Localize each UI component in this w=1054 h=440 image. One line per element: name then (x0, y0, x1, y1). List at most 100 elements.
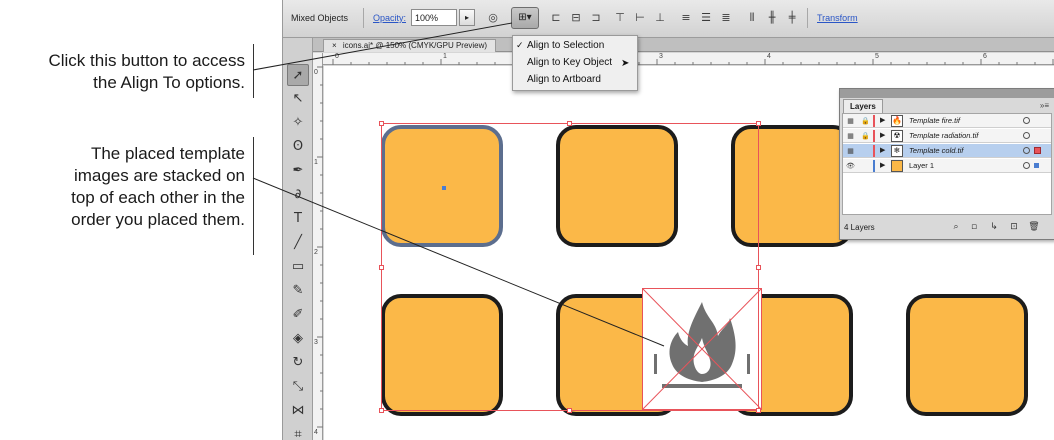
callout-bar (253, 44, 254, 98)
lock-icon[interactable]: 🔒 (861, 116, 870, 126)
opacity-dropdown-button[interactable]: ▸ (459, 9, 475, 26)
distribute-left-icon[interactable]: ⫴ (745, 11, 759, 25)
rotate-tool-icon[interactable]: ↻ (287, 352, 309, 374)
layer-row[interactable]: ▦ ▶ ❄ Template cold.tif (843, 144, 1051, 158)
layer-row[interactable]: 👁 ▶ Layer 1 (843, 159, 1051, 173)
lasso-tool-icon[interactable]: ʘ (287, 136, 309, 158)
locate-object-icon[interactable]: ⌕ (950, 221, 962, 233)
expand-arrow-icon[interactable]: ▶ (880, 131, 885, 139)
menu-item-align-to-artboard[interactable]: Align to Artboard (513, 72, 637, 88)
template-visibility-icon[interactable]: ▦ (845, 131, 856, 141)
transform-link[interactable]: Transform (817, 13, 858, 23)
selection-handle[interactable] (379, 408, 384, 413)
distribute-bottom-icon[interactable]: ≣ (719, 11, 733, 25)
menu-item-label: Align to Selection (527, 40, 605, 51)
selection-bounding-box[interactable] (381, 123, 759, 411)
layers-panel-footer: 4 Layers ⌕ ▫ ↳ ⊡ 🗑 (842, 219, 1052, 237)
layer-count: 4 Layers (844, 223, 875, 232)
layer-target-icon[interactable] (1023, 132, 1030, 139)
document-tab[interactable]: × icons.ai* @ 150% (CMYK/GPU Preview) (323, 39, 497, 52)
selection-handle[interactable] (756, 408, 761, 413)
layer-target-icon[interactable] (1023, 147, 1030, 154)
menu-item-align-to-selection[interactable]: ✓ Align to Selection (513, 38, 637, 54)
ruler-number: 0 (314, 69, 318, 76)
align-vertical-center-icon[interactable]: ⊢ (633, 11, 647, 25)
layer-name[interactable]: Template radiation.tif (909, 131, 978, 140)
distribute-horizontal-center-icon[interactable]: ╫ (765, 11, 779, 25)
lock-icon[interactable]: 🔒 (861, 131, 870, 141)
new-layer-icon[interactable]: ⊡ (1008, 221, 1020, 233)
layer-target-icon[interactable] (1023, 162, 1030, 169)
align-to-button[interactable]: ⊞▾ (511, 7, 539, 29)
panel-title-bar[interactable] (840, 89, 1054, 98)
checkmark-icon: ✓ (516, 41, 524, 51)
align-top-icon[interactable]: ⊤ (613, 11, 627, 25)
menu-item-align-to-key-object[interactable]: Align to Key Object ➤ (513, 55, 637, 71)
layer-name[interactable]: Template cold.tif (909, 146, 963, 155)
align-horizontal-center-icon[interactable]: ⊟ (569, 11, 583, 25)
recolor-icon[interactable]: ◎ (486, 11, 500, 25)
close-icon[interactable]: × (332, 41, 337, 50)
selection-handle[interactable] (567, 121, 572, 126)
line-tool-icon[interactable]: ╱ (287, 232, 309, 254)
expand-arrow-icon[interactable]: ▶ (880, 116, 885, 124)
distribute-vertical-center-icon[interactable]: ☰ (699, 11, 713, 25)
expand-arrow-icon[interactable]: ▶ (880, 161, 885, 169)
paintbrush-tool-icon[interactable]: ✎ (287, 280, 309, 302)
magic-wand-tool-icon[interactable]: ✧ (287, 112, 309, 134)
tools-panel: ➚ ↖ ✧ ʘ ✒ ∂ T ╱ ▭ ✎ ✐ ◈ ↻ ⤡ ⋈ ⌗ (283, 38, 313, 440)
align-left-icon[interactable]: ⊏ (549, 11, 563, 25)
template-visibility-icon[interactable]: ▦ (845, 116, 856, 126)
control-bar: Mixed Objects Opacity: 100% ▸ ◎ ⊞▾ ⊏ ⊟ ⊐… (283, 0, 1054, 38)
vertical-ruler[interactable]: 0 1 2 3 4 (313, 53, 323, 440)
layers-tab[interactable]: Layers (843, 99, 883, 113)
clipping-mask-icon[interactable]: ▫ (968, 221, 980, 233)
layer-name[interactable]: Layer 1 (909, 161, 934, 170)
callout-line: top of each other in the (71, 188, 245, 207)
selection-tool-icon[interactable]: ➚ (287, 64, 309, 86)
direct-selection-tool-icon[interactable]: ↖ (287, 88, 309, 110)
icon-tile[interactable] (906, 294, 1028, 416)
align-bottom-icon[interactable]: ⊥ (653, 11, 667, 25)
callout-align-to: Click this button to access the Align To… (0, 50, 245, 94)
eye-icon[interactable]: 👁 (845, 161, 856, 171)
layer-name[interactable]: Template fire.tif (909, 116, 960, 125)
layer-thumbnail (891, 160, 903, 172)
ruler-number: 3 (314, 339, 318, 346)
layer-color-swatch (873, 145, 875, 157)
layer-color-swatch (873, 130, 875, 142)
free-transform-tool-icon[interactable]: ⌗ (287, 424, 309, 440)
callout-bar (253, 137, 254, 255)
layer-target-icon[interactable] (1023, 117, 1030, 124)
selection-handle[interactable] (379, 121, 384, 126)
new-sublayer-icon[interactable]: ↳ (988, 221, 1000, 233)
callout-line: images are stacked on (73, 166, 245, 185)
expand-arrow-icon[interactable]: ▶ (880, 146, 885, 154)
eraser-tool-icon[interactable]: ◈ (287, 328, 309, 350)
template-visibility-icon[interactable]: ▦ (845, 146, 856, 156)
layer-row[interactable]: ▦ 🔒 ▶ ☢ Template radiation.tif (843, 129, 1051, 143)
opacity-link[interactable]: Opacity: (373, 13, 406, 23)
pen-tool-icon[interactable]: ✒ (287, 160, 309, 182)
selection-handle[interactable] (756, 121, 761, 126)
type-tool-icon[interactable]: T (287, 208, 309, 230)
rectangle-tool-icon[interactable]: ▭ (287, 256, 309, 278)
distribute-right-icon[interactable]: ╪ (785, 11, 799, 25)
distribute-top-icon[interactable]: ≡ (679, 11, 693, 25)
layer-row[interactable]: ▦ 🔒 ▶ 🔥 Template fire.tif (843, 114, 1051, 128)
selection-handle[interactable] (379, 265, 384, 270)
scale-tool-icon[interactable]: ⤡ (287, 376, 309, 398)
callout-line: order you placed them. (71, 210, 245, 229)
panel-menu-icon[interactable]: »≡ (1040, 101, 1049, 110)
align-right-icon[interactable]: ⊐ (589, 11, 603, 25)
curvature-tool-icon[interactable]: ∂ (287, 184, 309, 206)
width-tool-icon[interactable]: ⋈ (287, 400, 309, 422)
mouse-cursor-icon: ➤ (621, 58, 630, 69)
horizontal-ruler[interactable]: 0 1 2 3 4 5 6 (323, 53, 1054, 65)
layer-color-swatch (873, 160, 875, 172)
trash-icon[interactable]: 🗑 (1028, 221, 1040, 233)
selection-handle[interactable] (567, 408, 572, 413)
selection-handle[interactable] (756, 265, 761, 270)
pencil-tool-icon[interactable]: ✐ (287, 304, 309, 326)
opacity-field[interactable]: 100% (411, 9, 457, 26)
